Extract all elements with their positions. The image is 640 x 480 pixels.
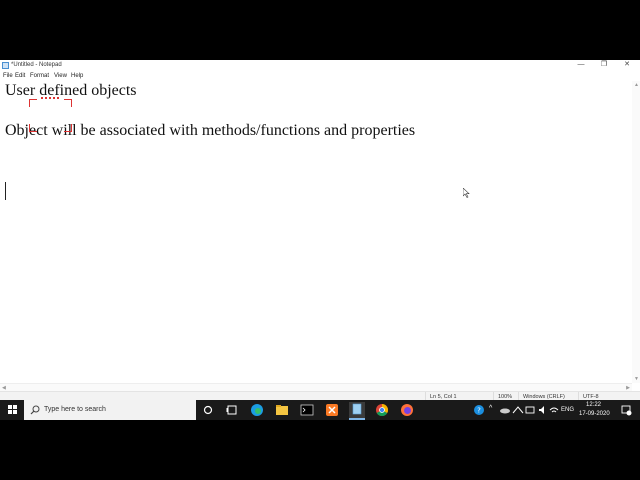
title-bar[interactable]: *Untitled - Notepad — ❐ ✕	[0, 60, 640, 71]
tray-overflow-icon[interactable]: ^	[489, 405, 492, 413]
terminal-icon[interactable]	[299, 402, 315, 418]
search-icon	[30, 405, 40, 415]
menu-format[interactable]: Format	[30, 72, 49, 80]
notepad-icon	[2, 62, 9, 69]
taskbar: Type here to search ? ^ ENG 12:22 17-09-…	[0, 400, 640, 420]
screen: *Untitled - Notepad — ❐ ✕ File Edit Form…	[0, 60, 640, 420]
window-title: *Untitled - Notepad	[11, 62, 62, 68]
menu-view[interactable]: View	[54, 72, 67, 80]
edge-browser-icon[interactable]	[249, 402, 265, 418]
vertical-scrollbar[interactable]: ▲ ▼	[632, 81, 640, 383]
search-placeholder: Type here to search	[44, 406, 106, 413]
recording-focus-indicator	[29, 97, 72, 132]
taskbar-search[interactable]: Type here to search	[24, 400, 196, 420]
start-button[interactable]	[0, 400, 24, 420]
file-explorer-icon[interactable]	[274, 402, 290, 418]
scroll-up-icon[interactable]: ▲	[634, 82, 639, 88]
chrome-icon[interactable]	[374, 402, 390, 418]
editor-line-1: User defined objects	[5, 82, 137, 99]
task-view-icon[interactable]	[224, 402, 240, 418]
menu-bar: File Edit Format View Help	[0, 71, 640, 81]
cortana-icon[interactable]	[200, 402, 216, 418]
menu-help[interactable]: Help	[71, 72, 83, 80]
text-editor[interactable]: User defined objects Object will be asso…	[0, 81, 632, 383]
xampp-icon[interactable]	[324, 402, 340, 418]
text-caret	[5, 182, 6, 200]
close-button[interactable]: ✕	[616, 60, 638, 71]
clock-date[interactable]: 17-09-2020	[579, 410, 610, 418]
help-icon[interactable]: ?	[471, 402, 487, 418]
notifications-icon[interactable]	[618, 402, 634, 418]
clock-time[interactable]: 12:22	[586, 401, 601, 409]
scroll-down-icon[interactable]: ▼	[634, 376, 639, 382]
svg-text:?: ?	[477, 407, 481, 415]
restore-button[interactable]: ❐	[593, 60, 615, 71]
windows-logo-icon	[8, 405, 17, 414]
menu-edit[interactable]: Edit	[15, 72, 25, 80]
wifi-icon[interactable]	[546, 402, 562, 418]
notepad-taskbar-icon[interactable]	[349, 402, 365, 420]
menu-file[interactable]: File	[3, 72, 13, 80]
language-indicator[interactable]: ENG	[561, 406, 574, 414]
minimize-button[interactable]: —	[570, 60, 592, 71]
firefox-icon[interactable]	[399, 402, 415, 418]
